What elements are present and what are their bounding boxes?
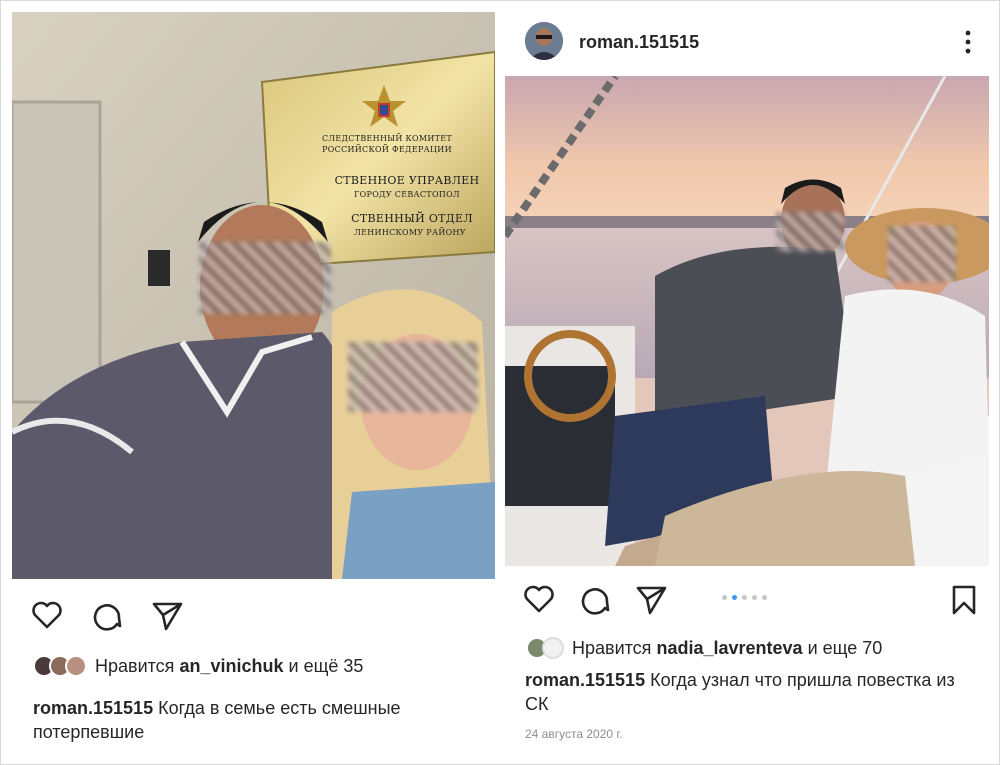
boat-image xyxy=(505,76,989,566)
sign-line: ГОРОДУ СЕВАСТОПОЛ xyxy=(354,190,460,199)
comment-icon[interactable] xyxy=(90,598,124,632)
right-likes: Нравится nadia_lavrenteva и еще 70 xyxy=(526,637,882,659)
face-blur xyxy=(776,212,844,252)
likes-prefix: Нравится xyxy=(95,655,175,676)
likes-text[interactable]: Нравится an_vinichuk и ещё 35 xyxy=(95,656,363,677)
post-date: 24 августа 2020 г. xyxy=(525,727,623,741)
face-blur xyxy=(348,342,478,412)
right-post-photo[interactable] xyxy=(505,76,989,566)
sign-line: СЛЕДСТВЕННЫЙ КОМИТЕТ xyxy=(321,134,453,143)
caption-username[interactable]: roman.151515 xyxy=(33,698,153,718)
more-icon[interactable] xyxy=(961,28,975,56)
liker-avatar xyxy=(65,655,87,677)
carousel-dot xyxy=(722,595,727,600)
face-blur xyxy=(199,242,331,314)
heart-icon[interactable] xyxy=(30,598,64,632)
likes-suffix: и ещё 35 xyxy=(288,655,364,676)
comment-icon[interactable] xyxy=(578,582,612,616)
heart-icon[interactable] xyxy=(522,582,556,616)
left-post-photo[interactable]: СЛЕДСТВЕННЫЙ КОМИТЕТ РОССИЙСКОЙ ФЕДЕРАЦИ… xyxy=(12,12,495,579)
sign-line: РОССИЙСКОЙ ФЕДЕРАЦИИ xyxy=(322,145,452,154)
carousel-dot-active xyxy=(732,595,737,600)
left-likes: Нравится an_vinichuk и ещё 35 xyxy=(33,655,363,677)
bookmark-icon[interactable] xyxy=(950,584,978,616)
likes-user[interactable]: an_vinichuk xyxy=(179,656,283,676)
carousel-dot xyxy=(742,595,747,600)
likes-suffix: и еще 70 xyxy=(807,637,883,658)
left-caption: roman.151515 Когда в семье есть смешные … xyxy=(33,696,488,744)
carousel-indicator xyxy=(722,595,767,600)
liker-avatar xyxy=(542,637,564,659)
carousel-dot xyxy=(762,595,767,600)
right-action-bar xyxy=(522,582,668,616)
left-post: СЛЕДСТВЕННЫЙ КОМИТЕТ РОССИЙСКОЙ ФЕДЕРАЦИ… xyxy=(0,0,500,765)
likes-prefix: Нравится xyxy=(572,637,652,658)
caption-username[interactable]: roman.151515 xyxy=(525,670,645,690)
avatar[interactable] xyxy=(525,22,563,60)
sign-line: ЛЕНИНСКОМУ РАЙОНУ xyxy=(354,228,466,237)
sign-line: СТВЕННОЕ УПРАВЛЕН xyxy=(334,174,480,187)
carousel-dot xyxy=(752,595,757,600)
face-blur xyxy=(888,226,956,282)
right-caption: roman.151515 Когда узнал что пришла пове… xyxy=(525,668,975,716)
left-action-bar xyxy=(30,598,184,632)
sign-line: СТВЕННЫЙ ОТДЕЛ xyxy=(351,212,473,225)
likes-user[interactable]: nadia_lavrenteva xyxy=(656,638,802,658)
likes-text[interactable]: Нравится nadia_lavrenteva и еще 70 xyxy=(572,638,882,659)
share-icon[interactable] xyxy=(634,582,668,616)
share-icon[interactable] xyxy=(150,598,184,632)
right-post-header: roman.151515 xyxy=(505,14,989,70)
header-username[interactable]: roman.151515 xyxy=(579,32,699,53)
